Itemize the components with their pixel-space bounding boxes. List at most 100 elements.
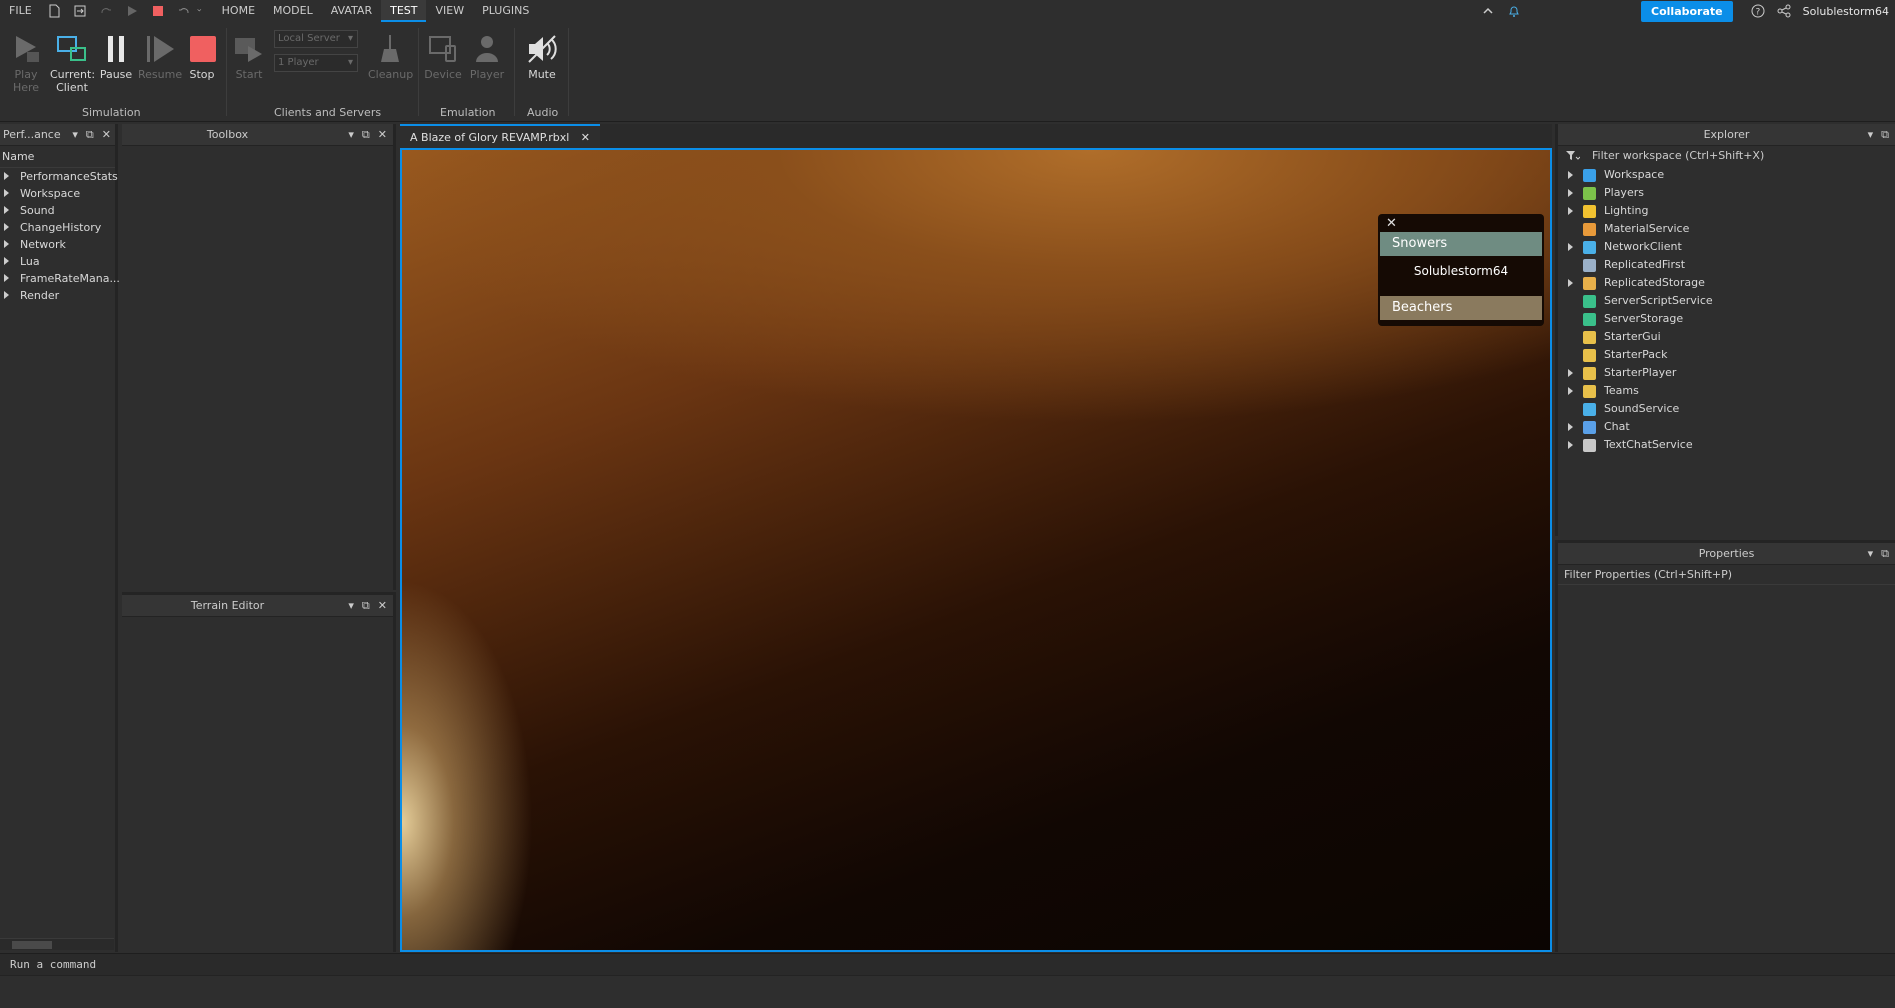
- explorer-item-chat[interactable]: Chat: [1558, 418, 1895, 436]
- expand-caret-icon[interactable]: [4, 206, 9, 214]
- close-icon[interactable]: ✕: [378, 595, 387, 617]
- expand-caret-icon[interactable]: [1568, 441, 1573, 449]
- notification-bell-icon[interactable]: [1507, 4, 1521, 18]
- stop-icon[interactable]: [151, 4, 165, 18]
- expand-caret-icon[interactable]: [1568, 423, 1573, 431]
- import-icon[interactable]: [73, 4, 87, 18]
- tab-view[interactable]: VIEW: [426, 0, 473, 22]
- undock-icon[interactable]: ⧉: [362, 595, 370, 617]
- new-file-icon[interactable]: [47, 4, 61, 18]
- expand-caret-icon[interactable]: [1568, 243, 1573, 251]
- chevron-down-icon[interactable]: ▾: [348, 124, 354, 146]
- stop-button[interactable]: Stop: [186, 32, 218, 81]
- expand-caret-icon[interactable]: [1568, 387, 1573, 395]
- tab-test[interactable]: TEST: [381, 0, 427, 22]
- perf-tree-item[interactable]: Network: [0, 236, 115, 253]
- expand-caret-icon[interactable]: [4, 257, 9, 265]
- expand-caret-icon[interactable]: [4, 189, 9, 197]
- tab-home[interactable]: HOME: [213, 0, 264, 22]
- undock-icon[interactable]: ⧉: [86, 124, 94, 146]
- player-button[interactable]: Player: [468, 32, 506, 81]
- expand-caret-icon[interactable]: [1568, 171, 1573, 179]
- play-icon[interactable]: [125, 4, 139, 18]
- perf-tree-item[interactable]: Workspace: [0, 185, 115, 202]
- explorer-item-players[interactable]: Players: [1558, 184, 1895, 202]
- close-icon[interactable]: ✕: [1386, 216, 1397, 231]
- explorer-item-lighting[interactable]: Lighting: [1558, 202, 1895, 220]
- device-button[interactable]: Device: [424, 32, 462, 81]
- explorer-item-networkclient[interactable]: NetworkClient: [1558, 238, 1895, 256]
- expand-caret-icon[interactable]: [1568, 189, 1573, 197]
- document-tab[interactable]: A Blaze of Glory REVAMP.rbxl ✕: [400, 124, 600, 148]
- pause-label: Pause: [99, 68, 133, 81]
- explorer-item-replicatedfirst[interactable]: ReplicatedFirst: [1558, 256, 1895, 274]
- share-icon[interactable]: [1777, 4, 1791, 18]
- chevron-down-icon[interactable]: ▾: [348, 595, 354, 617]
- expand-caret-icon[interactable]: [1568, 369, 1573, 377]
- close-icon[interactable]: ✕: [581, 131, 590, 144]
- perf-tree-item[interactable]: PerformanceStats: [0, 168, 118, 185]
- scrollbar-thumb[interactable]: [12, 941, 52, 949]
- explorer-item-teams[interactable]: Teams: [1558, 382, 1895, 400]
- expand-caret-icon[interactable]: [4, 291, 9, 299]
- collaborate-button[interactable]: Collaborate: [1641, 0, 1733, 22]
- explorer-item-materialservice[interactable]: MaterialService: [1558, 220, 1895, 238]
- expand-caret-icon[interactable]: [4, 240, 9, 248]
- expand-caret-icon[interactable]: [4, 274, 9, 282]
- chat-service-icon: [1583, 421, 1596, 434]
- tab-model[interactable]: MODEL: [264, 0, 322, 22]
- current-client-button[interactable]: Current: Client: [50, 32, 96, 94]
- explorer-item-replicatedstorage[interactable]: ReplicatedStorage: [1558, 274, 1895, 292]
- explorer-item-starterpack[interactable]: StarterPack: [1558, 346, 1895, 364]
- help-icon[interactable]: ?: [1751, 4, 1765, 18]
- chevron-down-icon[interactable]: [197, 4, 205, 18]
- undock-icon[interactable]: ⧉: [362, 124, 370, 146]
- player-count-select[interactable]: 1 Player: [274, 54, 358, 72]
- tab-avatar[interactable]: AVATAR: [322, 0, 381, 22]
- command-bar[interactable]: Run a command: [0, 953, 1895, 975]
- resume-button[interactable]: Resume: [138, 32, 182, 81]
- pause-button[interactable]: Pause: [98, 32, 134, 81]
- expand-caret-icon[interactable]: [4, 223, 9, 231]
- undo-icon[interactable]: [177, 4, 191, 18]
- perf-tree-item[interactable]: ChangeHistory: [0, 219, 115, 236]
- properties-filter-field[interactable]: Filter Properties (Ctrl+Shift+P): [1558, 565, 1895, 585]
- perf-item-label: ChangeHistory: [20, 221, 102, 234]
- expand-caret-icon[interactable]: [4, 172, 9, 180]
- expand-caret-icon[interactable]: [1568, 207, 1573, 215]
- perf-tree-item[interactable]: Lua: [0, 253, 115, 270]
- explorer-item-textchatservice[interactable]: TextChatService: [1558, 436, 1895, 454]
- tab-plugins[interactable]: PLUGINS: [473, 0, 538, 22]
- cleanup-button[interactable]: Cleanup: [368, 32, 413, 81]
- current-client-label-1: Current:: [50, 68, 96, 81]
- horizontal-scrollbar[interactable]: [0, 938, 114, 950]
- chevron-down-icon[interactable]: ▾: [1868, 124, 1874, 146]
- chevron-up-icon[interactable]: [1481, 4, 1495, 18]
- explorer-item-starterplayer[interactable]: StarterPlayer: [1558, 364, 1895, 382]
- perf-tree-item[interactable]: Sound: [0, 202, 115, 219]
- redo-icon[interactable]: [99, 4, 113, 18]
- chevron-down-icon[interactable]: ▾: [1868, 543, 1874, 565]
- server-type-select[interactable]: Local Server: [274, 30, 358, 48]
- explorer-filter-field[interactable]: Filter workspace (Ctrl+Shift+X): [1558, 146, 1895, 166]
- menu-file[interactable]: FILE: [0, 0, 41, 22]
- explorer-item-workspace[interactable]: Workspace: [1558, 166, 1895, 184]
- play-here-button[interactable]: Play Here: [6, 32, 46, 94]
- explorer-item-serverstorage[interactable]: ServerStorage: [1558, 310, 1895, 328]
- explorer-item-serverscriptservice[interactable]: ServerScriptService: [1558, 292, 1895, 310]
- perf-tree-item[interactable]: Render: [0, 287, 115, 304]
- explorer-item-startergui[interactable]: StarterGui: [1558, 328, 1895, 346]
- undock-icon[interactable]: ⧉: [1881, 543, 1889, 565]
- explorer-item-soundservice[interactable]: SoundService: [1558, 400, 1895, 418]
- perf-tree-item[interactable]: FrameRateMana...: [0, 270, 120, 287]
- expand-caret-icon[interactable]: [1568, 279, 1573, 287]
- document-tab-label: A Blaze of Glory REVAMP.rbxl: [410, 131, 570, 144]
- mute-button[interactable]: Mute: [522, 32, 562, 81]
- undock-icon[interactable]: ⧉: [1881, 124, 1889, 146]
- start-button[interactable]: Start: [232, 32, 266, 81]
- close-icon[interactable]: ✕: [102, 124, 111, 146]
- close-icon[interactable]: ✕: [378, 124, 387, 146]
- user-name[interactable]: Solublestorm64: [1803, 5, 1889, 18]
- chevron-down-icon[interactable]: ▾: [72, 124, 78, 146]
- explorer-header: Explorer ▾ ⧉: [1558, 124, 1895, 146]
